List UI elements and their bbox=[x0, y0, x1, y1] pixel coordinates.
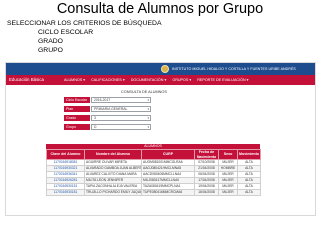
cell-sexo: HOMBRE bbox=[218, 165, 238, 173]
col-header-fecha: Fecha de Nacimiento bbox=[194, 148, 219, 161]
students-table: Clave del Alumno Nombre del Alumno CURP … bbox=[46, 148, 261, 197]
grado-select[interactable]: 3 ▾ bbox=[91, 115, 151, 121]
cell-nombre: ALVAREZ CALIXTO DIANA MARA bbox=[84, 171, 142, 179]
banner-text: INSTITUTO MIGUEL HIDALGO Y COSTILLA Y FU… bbox=[172, 67, 296, 71]
menu-item-grupos[interactable]: GRUPOS ▾ bbox=[172, 75, 191, 85]
cell-curp: TUPE080416MMCRCMA6 bbox=[141, 189, 195, 197]
chevron-down-icon: ▾ bbox=[147, 107, 149, 111]
criteria-item-grado: GRADO bbox=[38, 38, 63, 45]
chevron-down-icon: ▾ bbox=[147, 98, 149, 102]
chevron-down-icon: ▾ bbox=[147, 125, 149, 129]
chevron-down-icon: ▾ bbox=[147, 116, 149, 120]
table-row[interactable]: 1170016930181 TRUJILLO PICHARDO EMILY JA… bbox=[46, 189, 261, 197]
main-nav: Educación Básica ALUMNOS ▾ CALIFICACIONE… bbox=[6, 75, 315, 85]
ciclo-label: Ciclo Escolar bbox=[64, 97, 90, 103]
menu-item-reporte[interactable]: REPORTE DE EVALUACIÓN ▾ bbox=[197, 75, 248, 85]
nav-menu: ALUMNOS ▾ CALIFICACIONES ▾ DOCUMENTACIÓN… bbox=[64, 75, 249, 85]
grupo-value: D bbox=[94, 125, 97, 129]
plan-select[interactable]: PRIMARIA GENERAL ▾ bbox=[91, 106, 151, 112]
table-header-row: Clave del Alumno Nombre del Alumno CURP … bbox=[46, 148, 261, 161]
grupo-label: Grupo bbox=[64, 124, 90, 130]
menu-item-alumnos[interactable]: ALUMNOS ▾ bbox=[64, 75, 85, 85]
cell-sexo: MUJER bbox=[218, 189, 238, 197]
col-header-nombre: Nombre del Alumno bbox=[84, 148, 142, 161]
slide-title: Consulta de Alumnos por Grupo bbox=[56, 1, 264, 17]
criteria-item-grupo: GRUPO bbox=[38, 47, 63, 54]
col-header-clave: Clave del Alumno bbox=[46, 148, 85, 161]
panel-title: CONSULTA DE ALUMNOS bbox=[121, 90, 167, 94]
ciclo-select[interactable]: 2016-2017 ▾ bbox=[91, 97, 151, 103]
plan-label: Plan bbox=[64, 106, 90, 112]
cell-nombre: ALVARADO GAMBOA JUAN ALBERTO bbox=[84, 165, 142, 173]
cell-nombre: TRUJILLO PICHARDO EMILY JAQUELINE bbox=[84, 189, 142, 197]
col-header-sexo: Sexo bbox=[218, 148, 238, 161]
criteria-heading: SELECCIONAR LOS CRITERIOS DE BÚSQUEDA bbox=[7, 20, 162, 27]
grado-label: Grado bbox=[64, 115, 90, 121]
ciclo-value: 2016-2017 bbox=[94, 98, 111, 102]
students-section: ALUMNOS Clave del Alumno Nombre del Alum… bbox=[46, 144, 261, 197]
grupo-select[interactable]: D ▾ bbox=[91, 124, 151, 130]
cell-nombre: TAPIA ZACONHA ALEJA VALERIA bbox=[84, 183, 142, 191]
app-screenshot: INSTITUTO MIGUEL HIDALGO Y COSTILLA Y FU… bbox=[5, 62, 316, 216]
col-header-movimiento: Movimiento bbox=[237, 148, 261, 161]
plan-value: PRIMARIA GENERAL bbox=[94, 107, 128, 111]
header-banner: INSTITUTO MIGUEL HIDALGO Y COSTILLA Y FU… bbox=[6, 63, 315, 75]
cell-movimiento: ALTA bbox=[237, 189, 261, 197]
menu-item-calificaciones[interactable]: CALIFICACIONES ▾ bbox=[91, 75, 125, 85]
cell-clave[interactable]: 1170016930181 bbox=[46, 189, 85, 197]
criteria-item-ciclo: CICLO ESCOLAR bbox=[38, 29, 94, 36]
cell-fecha: 16/04/2008 bbox=[194, 189, 219, 197]
grado-value: 3 bbox=[94, 116, 96, 120]
col-header-curp: CURP bbox=[141, 148, 195, 161]
seal-icon bbox=[161, 65, 169, 73]
menu-item-documentacion[interactable]: DOCUMENTACIÓN ▾ bbox=[131, 75, 167, 85]
nav-brand[interactable]: Educación Básica bbox=[9, 75, 44, 85]
